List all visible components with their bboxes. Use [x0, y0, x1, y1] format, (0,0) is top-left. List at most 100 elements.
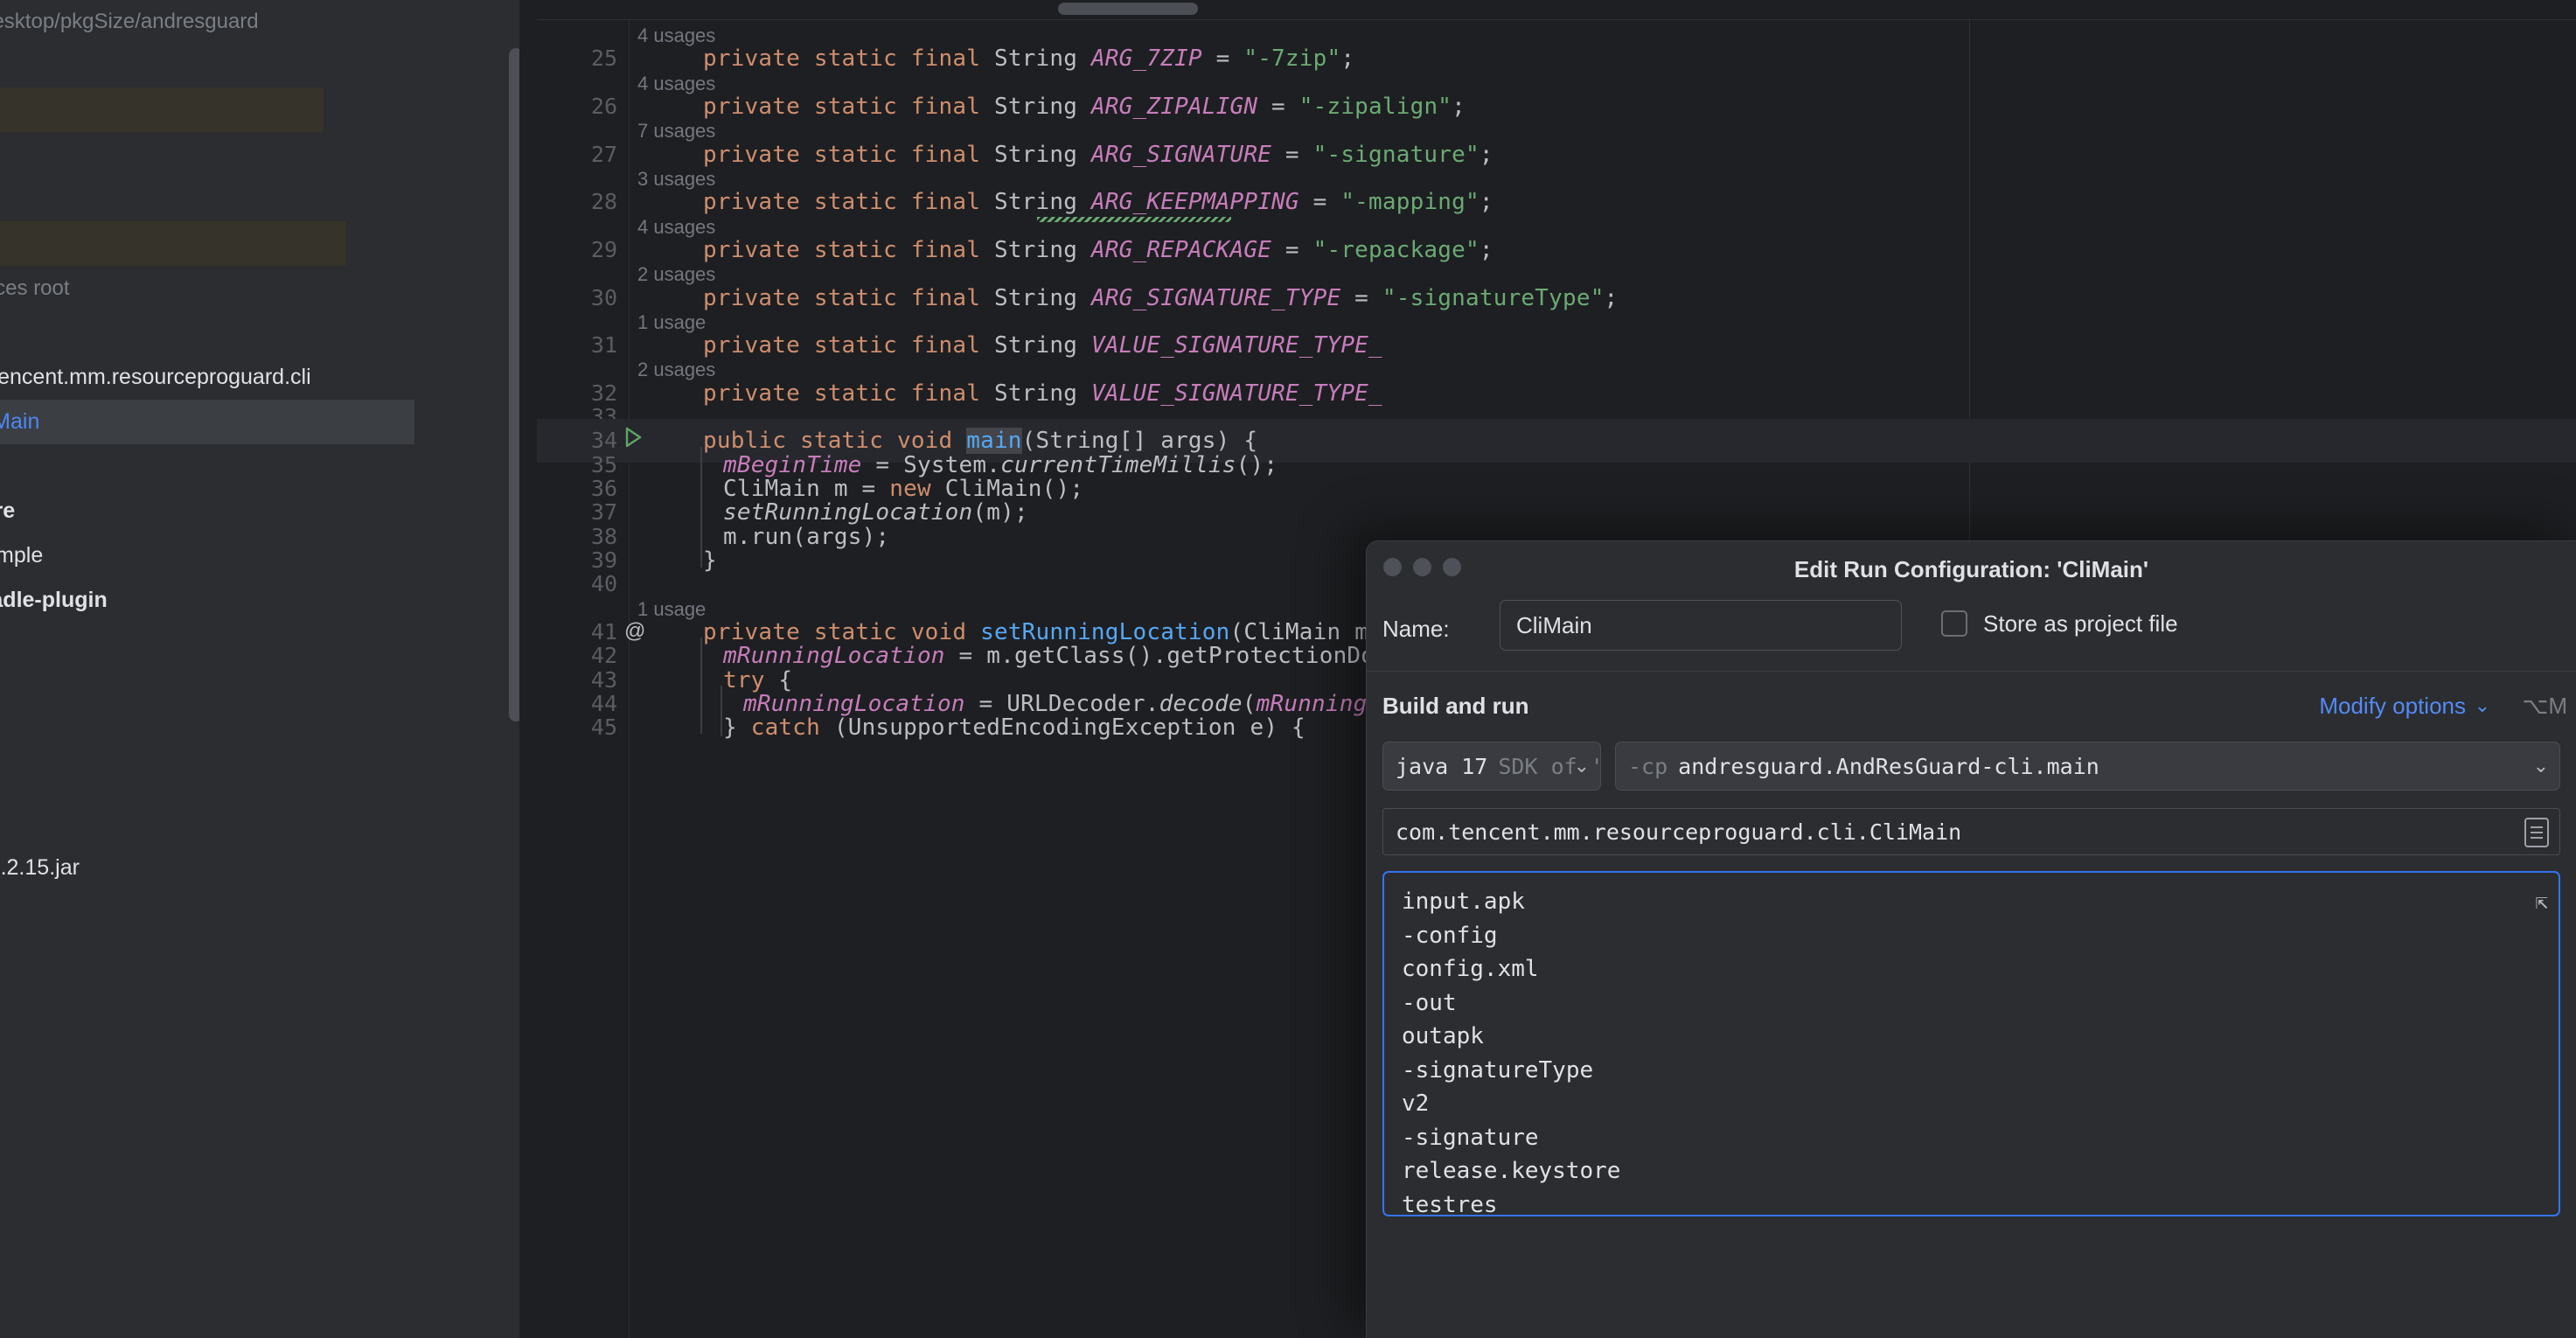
- tree-node[interactable]: .gradle: [0, 87, 324, 132]
- tree-node[interactable]: .gitignore: [0, 1113, 324, 1158]
- tree-node[interactable]: build_apk.sh: [0, 935, 324, 979]
- tree-node[interactable]: build.gradle: [0, 1247, 324, 1292]
- usage-hint[interactable]: 3 usages: [637, 168, 715, 191]
- sdk-and-classpath-row: java 17 SDK of 'andres ⌄ -cp andresguard…: [1367, 742, 2576, 808]
- name-row: Name: CliMain Store as project file: [1367, 596, 2576, 671]
- usage-hint[interactable]: 2 usages: [637, 359, 715, 381]
- tree-node[interactable]: config.xml: [0, 1292, 324, 1336]
- line-number: 34: [590, 428, 617, 454]
- name-input[interactable]: CliMain: [1500, 600, 1902, 651]
- tree-node[interactable]: config.xml: [0, 979, 324, 1024]
- tree-node[interactable]: _output: [0, 801, 324, 846]
- jre-select[interactable]: java 17 SDK of 'andres ⌄: [1382, 742, 1601, 791]
- sidebar-vertical-scrollbar[interactable]: [509, 48, 519, 721]
- tree-node[interactable]: [0, 623, 324, 667]
- code-line: private static void setRunningLocation(C…: [703, 619, 1382, 645]
- usage-hint[interactable]: 4 usages: [637, 73, 715, 95]
- tree-node[interactable]: gradle: [0, 667, 324, 712]
- modify-options-shortcut: ⌥M: [2522, 693, 2567, 719]
- tree-node[interactable]: AndResGuard-cli: [0, 177, 324, 221]
- tree-node[interactable]: ⌄com.tencent.mm.resourceproguard.cli: [0, 355, 392, 400]
- tree-node[interactable]: AndResGuard-core: [0, 489, 324, 533]
- line-number: 35: [590, 451, 617, 477]
- tree-node[interactable]: CliMain: [0, 400, 414, 444]
- line-number: 44: [590, 690, 617, 716]
- line-number: 31: [590, 332, 617, 359]
- code-line: m.run(args);: [723, 523, 890, 550]
- modify-options-button[interactable]: Modify options: [2319, 693, 2466, 720]
- ide-window: andresguard~/Desktop/pkgSize/andresguard…: [0, 0, 2576, 1338]
- usage-hint[interactable]: 1 usage: [637, 598, 706, 621]
- tree-node[interactable]: .idea: [0, 132, 324, 177]
- store-as-project-file-checkbox[interactable]: [1941, 610, 1967, 637]
- tree-node[interactable]: .github: [0, 43, 324, 87]
- code-line: private static final String ARG_ZIPALIGN…: [703, 93, 1466, 120]
- code-line: }: [703, 547, 717, 575]
- program-argument-line: -config: [1402, 922, 1498, 949]
- tree-node-label: AndResGuard-core: [0, 498, 16, 523]
- tree-node[interactable]: java: [0, 310, 369, 355]
- chevron-down-icon[interactable]: ⌄: [2533, 755, 2549, 777]
- tree-node-label: AndResGuard-example: [0, 543, 44, 568]
- line-number: 43: [590, 666, 617, 693]
- program-argument-line: testres: [1402, 1191, 1498, 1216]
- line-number: 36: [590, 476, 617, 502]
- usage-hint[interactable]: 4 usages: [637, 216, 715, 239]
- run-gutter-icon[interactable]: [623, 425, 645, 456]
- tree-node[interactable]: input.apk: [0, 1024, 324, 1069]
- tree-node-label: com.tencent.mm.resourceproguard.cli: [0, 365, 311, 389]
- tree-node[interactable]: build.gradle: [0, 444, 346, 489]
- usage-hint[interactable]: 1 usage: [637, 311, 706, 334]
- classpath-select[interactable]: -cp andresguard.AndResGuard-cli.main ⌄: [1615, 742, 2560, 791]
- line-number: 37: [590, 499, 617, 526]
- tree-node[interactable]: src [main]sources root: [0, 266, 346, 310]
- code-line: mRunningLocation = URLDecoder.decode(mRu…: [743, 690, 1368, 717]
- store-as-project-file-label[interactable]: Store as project file: [1983, 610, 2178, 638]
- line-number: 28: [590, 189, 617, 215]
- program-arguments-row: ⇱ input.apk -config config.xml -out outapk -s…: [1367, 871, 2576, 1221]
- code-line: private static final String ARG_SIGNATUR…: [703, 141, 1493, 168]
- code-line: try {: [723, 666, 793, 693]
- editor-horizontal-scrollbar[interactable]: [1058, 3, 1198, 15]
- line-number: 45: [590, 714, 617, 741]
- usage-hint[interactable]: 7 usages: [637, 120, 715, 143]
- usage-hint[interactable]: 2 usages: [637, 263, 715, 286]
- main-class-input[interactable]: com.tencent.mm.resourceproguard.cli.CliM…: [1382, 808, 2560, 855]
- line-number: 30: [590, 284, 617, 310]
- tree-node[interactable]: release.keystore: [0, 1069, 324, 1113]
- edit-run-configuration-dialog[interactable]: Edit Run Configuration: 'CliMain' Name: …: [1366, 540, 2576, 1338]
- override-gutter-icon[interactable]: @: [624, 619, 645, 644]
- chevron-down-icon[interactable]: ⌄: [1574, 755, 1590, 777]
- project-root-path: ~/Desktop/pkgSize/andresguard: [0, 9, 259, 33]
- chevron-down-icon[interactable]: ⌄: [2475, 694, 2490, 717]
- tree-node[interactable]: SevenZip: [0, 756, 324, 801]
- code-line: public static void main(String[] args) {: [703, 428, 1258, 455]
- code-line: mRunningLocation = m.getClass().getProte…: [723, 643, 1375, 670]
- tree-node[interactable]: apk: [0, 712, 324, 756]
- expand-icon[interactable]: ⇱: [2536, 885, 2548, 919]
- section-title: Build and run: [1382, 693, 1529, 719]
- program-argument-line: outapk: [1402, 1023, 1484, 1049]
- program-arguments-input[interactable]: ⇱ input.apk -config config.xml -out outapk -s…: [1382, 871, 2560, 1216]
- tree-node[interactable]: build_apk.bat: [0, 890, 324, 935]
- line-number: 25: [590, 45, 617, 72]
- build-and-run-header: Build and run Modify options ⌄ ⌥M: [1367, 672, 2576, 742]
- tree-node[interactable]: appveyol.yml: [0, 1202, 324, 1247]
- project-root-node[interactable]: andresguard~/Desktop/pkgSize/andresguard: [0, 0, 259, 44]
- code-line: private static final String ARG_KEEPMAPP…: [703, 189, 1493, 216]
- usage-hint[interactable]: 4 usages: [637, 24, 715, 47]
- main-class-value: com.tencent.mm.resourceproguard.cli.CliM…: [1396, 819, 1962, 845]
- tree-node[interactable]: .travis.yml: [0, 1158, 324, 1202]
- tree-node[interactable]: AndResGuard-gradle-plugin: [0, 578, 324, 623]
- jre-value: java 17: [1396, 753, 1488, 779]
- line-number: 27: [590, 141, 617, 167]
- tree-node[interactable]: build: [0, 221, 346, 266]
- code-line: setRunningLocation(m);: [723, 499, 1028, 526]
- name-label: Name:: [1382, 616, 1450, 642]
- program-argument-line: input.apk: [1402, 889, 1525, 915]
- tree-node-label: CliMain: [0, 409, 40, 434]
- tree-node[interactable]: AndResGuard-example: [0, 533, 324, 578]
- indent-guide: [700, 638, 702, 735]
- tree-node[interactable]: AndResGuard-cli-1.2.15.jar: [0, 846, 324, 890]
- browse-class-icon[interactable]: [2524, 818, 2549, 847]
